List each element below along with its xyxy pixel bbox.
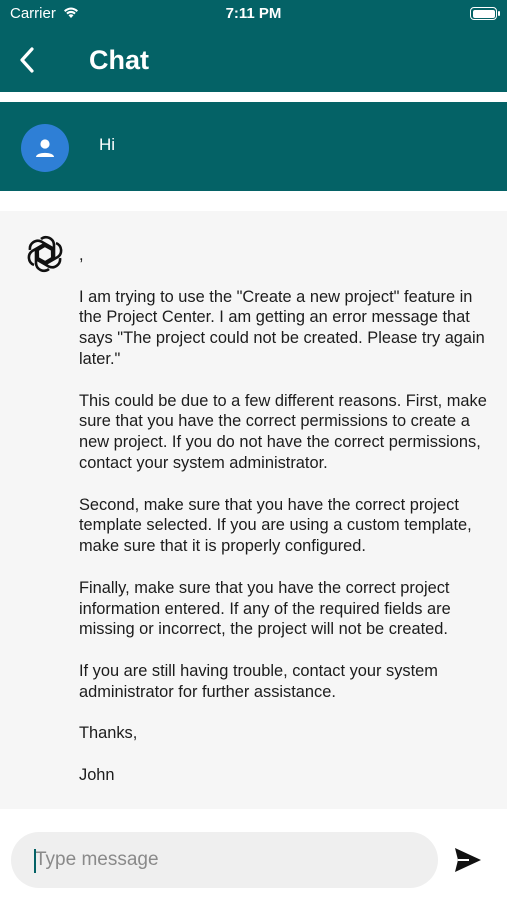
message-paragraph: If you are still having trouble, contact… bbox=[79, 661, 438, 701]
message-paragraph: I am trying to use the "Create a new pro… bbox=[79, 287, 485, 368]
message-paragraph: Finally, make sure that you have the cor… bbox=[79, 578, 451, 639]
divider bbox=[0, 92, 507, 102]
message-paragraph: This could be due to a few different rea… bbox=[79, 391, 487, 472]
message-paragraph: Thanks, bbox=[79, 724, 138, 743]
nav-bar: Chat bbox=[0, 28, 507, 92]
message-input[interactable] bbox=[11, 832, 438, 888]
send-icon bbox=[455, 848, 481, 872]
back-button[interactable] bbox=[14, 44, 44, 76]
user-message: Hi bbox=[0, 102, 507, 191]
message-paragraph: Second, make sure that you have the corr… bbox=[79, 495, 472, 556]
assistant-message: , I am trying to use the "Create a new p… bbox=[0, 211, 507, 809]
user-message-text: Hi bbox=[99, 135, 116, 154]
message-composer bbox=[0, 809, 507, 900]
text-cursor bbox=[34, 849, 36, 873]
message-paragraph: John bbox=[79, 765, 115, 784]
person-icon bbox=[36, 139, 54, 157]
assistant-message-text: , I am trying to use the "Create a new p… bbox=[79, 245, 489, 807]
message-paragraph: , bbox=[79, 246, 84, 264]
status-time: 7:11 PM bbox=[225, 5, 282, 22]
status-bar: Carrier 7:11 PM bbox=[0, 0, 507, 28]
send-button[interactable] bbox=[453, 846, 483, 874]
page-title: Chat bbox=[89, 45, 149, 75]
user-avatar bbox=[21, 124, 69, 172]
chevron-left-icon bbox=[20, 47, 34, 73]
battery-icon bbox=[470, 7, 500, 20]
openai-logo-icon bbox=[22, 231, 68, 277]
